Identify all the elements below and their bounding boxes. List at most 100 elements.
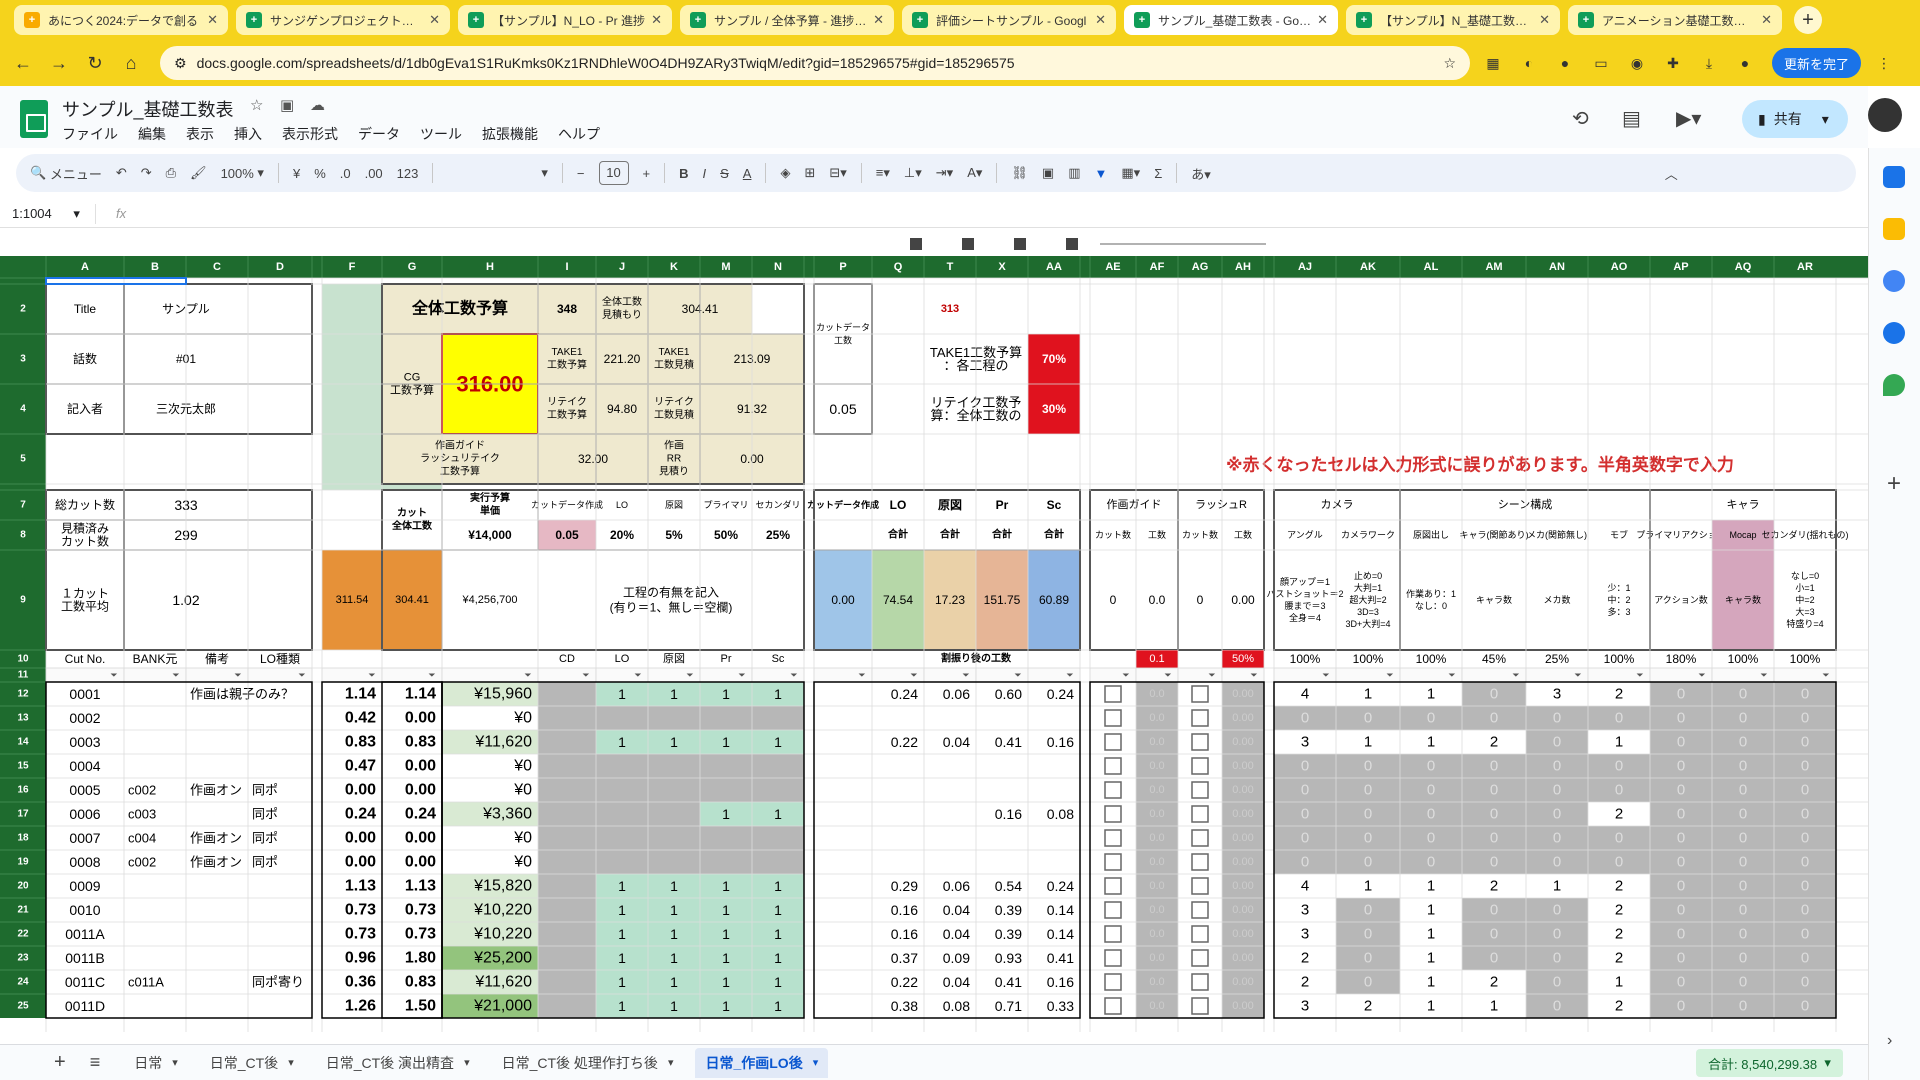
- meet-icon[interactable]: ▶▾: [1676, 106, 1701, 131]
- all-sheets-icon[interactable]: ≡: [90, 1052, 101, 1073]
- extensions-puzzle-icon[interactable]: ✚: [1660, 50, 1686, 76]
- bookmark-star-icon[interactable]: ☆: [1443, 55, 1456, 72]
- italic-icon[interactable]: I: [702, 166, 706, 181]
- chevron-down-icon[interactable]: ▾: [464, 1056, 470, 1069]
- sheets-logo-icon[interactable]: [20, 100, 48, 138]
- kebab-menu-icon[interactable]: ⋮: [1871, 50, 1897, 76]
- insert-link-icon[interactable]: ⛓: [1011, 165, 1028, 181]
- sheet-tab[interactable]: 日常_CT後 処理作打ち後 ▾: [492, 1048, 684, 1078]
- redo-icon[interactable]: ↷: [141, 165, 152, 181]
- text-wrap-icon[interactable]: ⇥▾: [936, 165, 953, 181]
- star-icon[interactable]: ☆: [250, 96, 263, 114]
- sheet-tab[interactable]: 日常 ▾: [124, 1048, 188, 1078]
- avatar[interactable]: [1868, 98, 1902, 132]
- comments-icon[interactable]: ▤: [1622, 106, 1641, 131]
- sheet-tab[interactable]: 日常_作画LO後 ▾: [695, 1047, 829, 1078]
- home-icon[interactable]: ⌂: [116, 48, 146, 78]
- extension-icon[interactable]: ●: [1552, 50, 1578, 76]
- menu-item[interactable]: 表示形式: [282, 124, 338, 144]
- text-color-icon[interactable]: A: [743, 166, 752, 181]
- font-size-input[interactable]: 10: [598, 161, 629, 185]
- menu-item[interactable]: ヘルプ: [558, 124, 600, 144]
- close-tab-icon[interactable]: ✕: [1095, 12, 1106, 28]
- download-icon[interactable]: ⤓: [1696, 50, 1722, 76]
- sheet-tab[interactable]: 日常_CT後 ▾: [200, 1048, 304, 1078]
- sheet-tab[interactable]: 日常_CT後 演出精査 ▾: [316, 1048, 480, 1078]
- close-tab-icon[interactable]: ✕: [873, 12, 884, 28]
- paint-format-icon[interactable]: 🖌: [190, 165, 207, 181]
- currency-button[interactable]: ¥: [293, 166, 300, 181]
- menu-item[interactable]: ツール: [420, 124, 462, 144]
- browser-tab[interactable]: + 【サンプル】N_基礎工数表シ ✕: [1346, 5, 1560, 35]
- address-bar[interactable]: ⚙ docs.google.com/spreadsheets/d/1db0gEv…: [160, 46, 1470, 80]
- forward-icon[interactable]: →: [44, 48, 74, 78]
- input-tools-icon[interactable]: あ▾: [1191, 164, 1211, 183]
- chevron-down-icon[interactable]: ▾: [1822, 111, 1829, 128]
- sum-badge[interactable]: 合計: 8,540,299.38 ▾: [1696, 1049, 1843, 1077]
- chevron-down-icon[interactable]: ▾: [541, 165, 548, 181]
- add-addon-icon[interactable]: +: [1887, 470, 1901, 498]
- document-title[interactable]: サンプル_基礎工数表: [62, 96, 233, 122]
- strikethrough-icon[interactable]: S: [720, 166, 729, 181]
- browser-tab[interactable]: + アニメーション基礎工数表マ ✕: [1568, 5, 1782, 35]
- font-size-increase[interactable]: +: [643, 166, 651, 181]
- add-sheet-icon[interactable]: +: [54, 1051, 66, 1074]
- menu-item[interactable]: 編集: [138, 124, 166, 144]
- browser-tab[interactable]: + サンジゲンプロジェクト進捗 ✕: [236, 5, 450, 35]
- name-box[interactable]: 1:1004 ▾: [0, 203, 96, 224]
- merge-cells-icon[interactable]: ⊟▾: [829, 165, 846, 181]
- contacts-icon[interactable]: [1883, 322, 1905, 344]
- horizontal-align-icon[interactable]: ≡▾: [876, 165, 890, 181]
- browser-tab[interactable]: + 評価シートサンプル - Googl ✕: [902, 5, 1116, 35]
- filter-icon[interactable]: ▼: [1095, 166, 1108, 181]
- borders-icon[interactable]: ⊞: [804, 165, 815, 181]
- vertical-align-icon[interactable]: ⊥▾: [904, 165, 922, 181]
- close-tab-icon[interactable]: ✕: [429, 12, 440, 28]
- zoom-select[interactable]: 100% ▾: [221, 165, 264, 181]
- calendar-icon[interactable]: [1883, 166, 1905, 188]
- chevron-down-icon[interactable]: ▾: [668, 1056, 674, 1069]
- spreadsheet-grid[interactable]: A B C D F G H I J K M N P Q T X AA AE AF AG AH AJ AK AL AM AN AO AP…: [0, 232, 1868, 1032]
- browser-tab[interactable]: + 【サンプル】N_LO - Pr 進捗 ✕: [458, 5, 672, 35]
- bold-icon[interactable]: B: [679, 166, 688, 181]
- menu-item[interactable]: 挿入: [234, 124, 262, 144]
- tasks-icon[interactable]: [1883, 270, 1905, 292]
- undo-icon[interactable]: ↶: [116, 165, 127, 181]
- browser-tab[interactable]: + サンプル / 全体予算 - 進捗 - C ✕: [680, 5, 894, 35]
- menu-item[interactable]: ファイル: [62, 124, 118, 144]
- percent-button[interactable]: %: [314, 166, 326, 181]
- extension-icon[interactable]: ◐: [1516, 50, 1542, 76]
- cloud-saved-icon[interactable]: ☁: [310, 96, 325, 114]
- menu-item[interactable]: 拡張機能: [482, 124, 538, 144]
- menu-search[interactable]: 🔍 メニュー: [30, 164, 102, 183]
- filter-views-icon[interactable]: ▦▾: [1121, 165, 1140, 181]
- decrease-decimal-button[interactable]: .0: [340, 166, 351, 181]
- collapse-toolbar-icon[interactable]: ︿: [1665, 164, 1678, 183]
- fill-color-icon[interactable]: ◈: [780, 165, 790, 181]
- menu-item[interactable]: 表示: [186, 124, 214, 144]
- reload-icon[interactable]: ↻: [80, 48, 110, 78]
- site-info-icon[interactable]: ⚙: [174, 55, 187, 72]
- profile-icon[interactable]: ●: [1732, 50, 1758, 76]
- font-size-decrease[interactable]: −: [577, 166, 585, 181]
- close-tab-icon[interactable]: ✕: [1317, 12, 1328, 28]
- chevron-down-icon[interactable]: ▾: [172, 1056, 178, 1069]
- version-history-icon[interactable]: ⟲: [1572, 106, 1589, 131]
- back-icon[interactable]: ←: [8, 48, 38, 78]
- close-tab-icon[interactable]: ✕: [1761, 12, 1772, 28]
- update-button[interactable]: 更新を完了: [1772, 48, 1862, 78]
- move-folder-icon[interactable]: ▣: [280, 96, 294, 114]
- grid-canvas[interactable]: A B C D F G H I J K M N P Q T X AA AE AF AG AH AJ AK AL AM AN AO AP…: [0, 232, 1868, 1032]
- share-button[interactable]: ▮ 共有 ▾: [1742, 100, 1848, 138]
- functions-icon[interactable]: Σ: [1154, 166, 1162, 181]
- close-tab-icon[interactable]: ✕: [651, 12, 662, 28]
- number-format-button[interactable]: 123: [397, 166, 419, 181]
- print-icon[interactable]: ⎙: [166, 165, 176, 181]
- browser-tab[interactable]: + サンプル_基礎工数表 - Goog ✕: [1124, 5, 1338, 35]
- menu-item[interactable]: データ: [358, 124, 400, 144]
- close-tab-icon[interactable]: ✕: [1539, 12, 1550, 28]
- chevron-down-icon[interactable]: ▾: [813, 1056, 819, 1069]
- new-tab-icon[interactable]: +: [1794, 6, 1822, 34]
- extension-icon[interactable]: ◉: [1624, 50, 1650, 76]
- insert-comment-icon[interactable]: ▣: [1042, 165, 1054, 181]
